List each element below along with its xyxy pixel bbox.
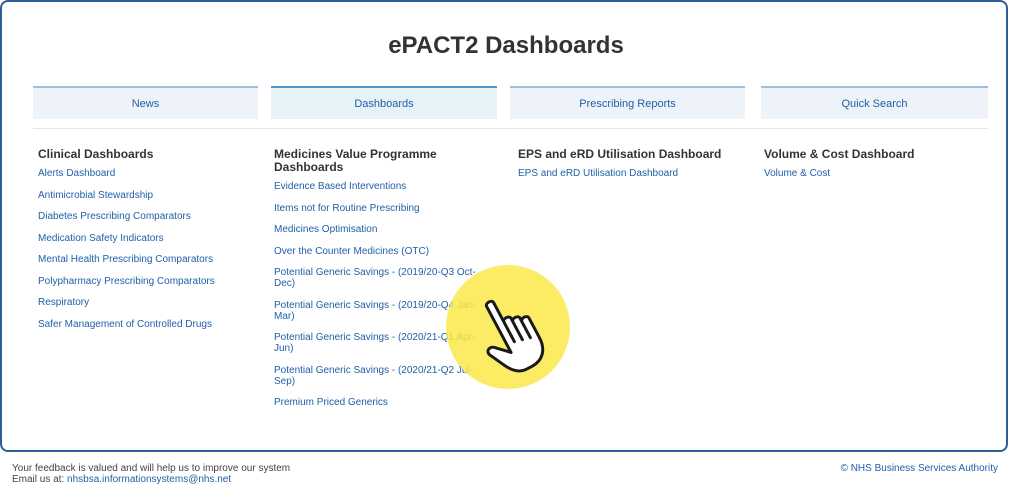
tab-news[interactable]: News [33,86,258,119]
column-eps-erd-utilisation: EPS and eRD Utilisation Dashboard EPS an… [518,148,738,190]
link-polypharmacy-prescribing-comparators[interactable]: Polypharmacy Prescribing Comparators [38,276,253,287]
column-heading: Clinical Dashboards [38,147,154,161]
column-volume-cost: Volume & Cost Dashboard Volume & Cost [764,148,984,190]
column-heading: Volume & Cost Dashboard [764,147,915,161]
tab-quick-search[interactable]: Quick Search [761,86,988,119]
column-clinical-dashboards: Clinical Dashboards Alerts Dashboard Ant… [38,148,253,340]
link-safer-management-controlled-drugs[interactable]: Safer Management of Controlled Drugs [38,319,253,330]
link-mental-health-prescribing-comparators[interactable]: Mental Health Prescribing Comparators [38,254,253,265]
pointing-hand-cursor-icon [446,265,570,389]
link-evidence-based-interventions[interactable]: Evidence Based Interventions [274,181,479,192]
link-medication-safety-indicators[interactable]: Medication Safety Indicators [38,233,253,244]
link-premium-priced-generics[interactable]: Premium Priced Generics [274,397,479,408]
feedback-text: Your feedback is valued and will help us… [12,463,291,474]
link-items-not-for-routine-prescribing[interactable]: Items not for Routine Prescribing [274,203,479,214]
link-respiratory[interactable]: Respiratory [38,297,253,308]
footer-copyright: © NHS Business Services Authority [840,463,998,474]
email-line: Email us at: nhsbsa.informationsystems@n… [12,474,290,485]
link-alerts-dashboard[interactable]: Alerts Dashboard [38,168,253,179]
link-volume-cost[interactable]: Volume & Cost [764,168,984,179]
tabs-divider [33,128,988,129]
link-over-the-counter-medicines[interactable]: Over the Counter Medicines (OTC) [274,246,479,257]
column-heading: EPS and eRD Utilisation Dashboard [518,147,722,161]
link-eps-erd-utilisation-dashboard[interactable]: EPS and eRD Utilisation Dashboard [518,168,738,179]
link-diabetes-prescribing-comparators[interactable]: Diabetes Prescribing Comparators [38,211,253,222]
cursor-highlight [445,264,571,390]
link-antimicrobial-stewardship[interactable]: Antimicrobial Stewardship [38,190,253,201]
tab-dashboards[interactable]: Dashboards [271,86,497,119]
tab-bar: News Dashboards Prescribing Reports Quic… [33,86,988,120]
email-prefix: Email us at: [12,474,68,485]
tab-prescribing-reports[interactable]: Prescribing Reports [510,86,745,119]
footer-left: Your feedback is valued and will help us… [12,463,290,485]
email-link[interactable]: nhsbsa.informationsystems@nhs.net [67,474,231,485]
column-heading: Medicines Value Programme Dashboards [274,147,437,174]
link-medicines-optimisation[interactable]: Medicines Optimisation [274,224,479,235]
page-title: ePACT2 Dashboards [388,32,624,59]
